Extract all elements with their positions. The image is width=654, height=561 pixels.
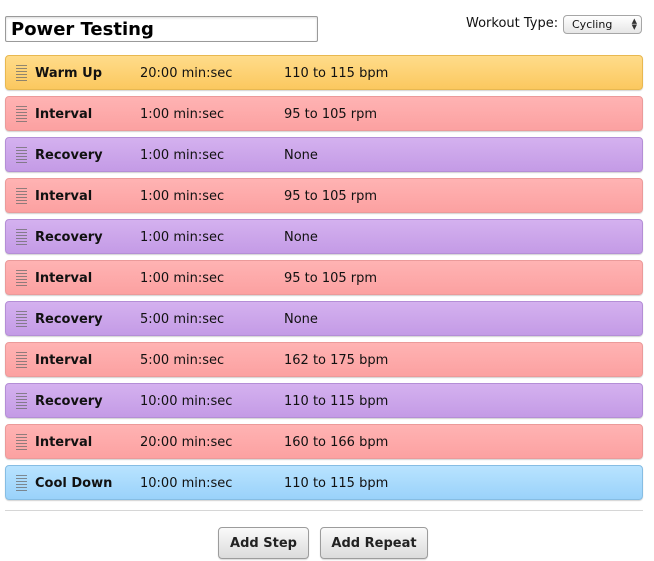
workout-step[interactable]: Cool Down 10:00 min:sec 110 to 115 bpm bbox=[5, 465, 643, 500]
step-duration: 1:00 min:sec bbox=[140, 230, 225, 245]
step-duration: 1:00 min:sec bbox=[140, 148, 225, 163]
workout-step[interactable]: Recovery 1:00 min:sec None bbox=[5, 219, 643, 254]
step-duration: 20:00 min:sec bbox=[140, 66, 233, 81]
step-target: 110 to 115 bpm bbox=[284, 476, 389, 491]
footer-divider bbox=[5, 510, 643, 511]
step-target: 162 to 175 bpm bbox=[284, 353, 389, 368]
step-target: 95 to 105 rpm bbox=[284, 189, 378, 204]
step-name: Recovery bbox=[35, 148, 103, 163]
drag-handle-icon[interactable] bbox=[16, 352, 27, 368]
drag-handle-icon[interactable] bbox=[16, 434, 27, 450]
step-name: Interval bbox=[35, 189, 93, 204]
drag-handle-icon[interactable] bbox=[16, 106, 27, 122]
workout-step[interactable]: Interval 5:00 min:sec 162 to 175 bpm bbox=[5, 342, 643, 377]
step-duration: 1:00 min:sec bbox=[140, 189, 225, 204]
workout-step[interactable]: Interval 20:00 min:sec 160 to 166 bpm bbox=[5, 424, 643, 459]
workout-type-label: Workout Type: bbox=[466, 16, 559, 31]
step-name: Interval bbox=[35, 435, 93, 450]
step-target: None bbox=[284, 312, 318, 327]
step-name: Interval bbox=[35, 353, 93, 368]
add-repeat-button[interactable]: Add Repeat bbox=[320, 527, 428, 559]
step-target: None bbox=[284, 148, 318, 163]
step-name: Recovery bbox=[35, 312, 103, 327]
step-name: Warm Up bbox=[35, 66, 102, 81]
step-duration: 5:00 min:sec bbox=[140, 312, 225, 327]
step-name: Recovery bbox=[35, 230, 103, 245]
step-duration: 10:00 min:sec bbox=[140, 476, 233, 491]
workout-type-value: Cycling bbox=[572, 18, 613, 31]
select-arrows-icon: ▲ ▼ bbox=[631, 17, 637, 31]
drag-handle-icon[interactable] bbox=[16, 147, 27, 163]
workout-step[interactable]: Warm Up 20:00 min:sec 110 to 115 bpm bbox=[5, 55, 643, 90]
drag-handle-icon[interactable] bbox=[16, 270, 27, 286]
step-target: 95 to 105 rpm bbox=[284, 271, 378, 286]
drag-handle-icon[interactable] bbox=[16, 188, 27, 204]
workout-steps-list: Warm Up 20:00 min:sec 110 to 115 bpm Int… bbox=[5, 55, 643, 506]
step-name: Interval bbox=[35, 271, 93, 286]
step-duration: 1:00 min:sec bbox=[140, 107, 225, 122]
step-name: Cool Down bbox=[35, 476, 113, 491]
step-target: 160 to 166 bpm bbox=[284, 435, 389, 450]
workout-step[interactable]: Interval 1:00 min:sec 95 to 105 rpm bbox=[5, 178, 643, 213]
add-step-button[interactable]: Add Step bbox=[218, 527, 309, 559]
step-target: 110 to 115 bpm bbox=[284, 66, 389, 81]
step-duration: 20:00 min:sec bbox=[140, 435, 233, 450]
step-target: 110 to 115 bpm bbox=[284, 394, 389, 409]
workout-header: Workout Type: Cycling ▲▼ bbox=[0, 0, 654, 50]
workout-title-input[interactable] bbox=[5, 16, 318, 42]
workout-step[interactable]: Interval 1:00 min:sec 95 to 105 rpm bbox=[5, 260, 643, 295]
step-duration: 1:00 min:sec bbox=[140, 271, 225, 286]
step-target: None bbox=[284, 230, 318, 245]
drag-handle-icon[interactable] bbox=[16, 65, 27, 81]
step-name: Interval bbox=[35, 107, 93, 122]
workout-step[interactable]: Interval 1:00 min:sec 95 to 105 rpm bbox=[5, 96, 643, 131]
workout-step[interactable]: Recovery 1:00 min:sec None bbox=[5, 137, 643, 172]
step-name: Recovery bbox=[35, 394, 103, 409]
drag-handle-icon[interactable] bbox=[16, 229, 27, 245]
workout-step[interactable]: Recovery 5:00 min:sec None bbox=[5, 301, 643, 336]
step-duration: 10:00 min:sec bbox=[140, 394, 233, 409]
drag-handle-icon[interactable] bbox=[16, 311, 27, 327]
drag-handle-icon[interactable] bbox=[16, 475, 27, 491]
workout-type-select[interactable]: Cycling ▲ ▼ bbox=[563, 15, 642, 34]
workout-step[interactable]: Recovery 10:00 min:sec 110 to 115 bpm bbox=[5, 383, 643, 418]
step-duration: 5:00 min:sec bbox=[140, 353, 225, 368]
step-target: 95 to 105 rpm bbox=[284, 107, 378, 122]
drag-handle-icon[interactable] bbox=[16, 393, 27, 409]
